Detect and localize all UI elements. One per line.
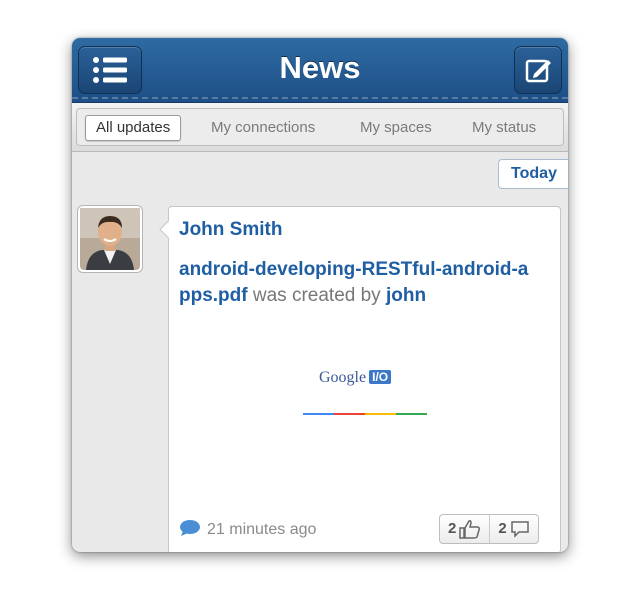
file-preview-logo[interactable]: Google I/O [319,369,392,387]
like-button[interactable]: 2 [440,515,489,543]
compose-button[interactable] [514,46,562,94]
tab-my-connections[interactable]: My connections [211,116,315,140]
filter-tab-bar: All updates My connections My spaces My … [72,103,568,152]
timestamp: 21 minutes ago [179,519,316,539]
page-title: News [279,50,361,85]
date-divider-badge: Today [498,159,568,189]
profile-photo-icon [80,208,140,270]
segmented-control: All updates My connections My spaces My … [76,108,564,146]
reaction-counts: 2 2 [439,514,539,544]
app-window: News All updates My connections My space… [72,38,568,552]
tab-my-status[interactable]: My status [472,116,536,140]
avatar[interactable] [77,205,143,273]
preview-badge: I/O [369,370,392,384]
time-ago-text: 21 minutes ago [207,521,317,538]
speech-bubble-icon [510,521,529,538]
preview-color-bar [303,413,427,415]
activity-card: John Smith android-developing-RESTful-an… [168,206,561,552]
preview-brand-text: Google [319,369,367,386]
comment-bubble-icon [180,520,200,536]
post-author-link[interactable]: John Smith [179,219,282,241]
comment-button[interactable]: 2 [489,515,537,543]
like-count: 2 [448,520,457,537]
post-text: android-developing-RESTful-android-apps.… [179,257,539,309]
post-action-text: was created by [247,285,386,306]
thumbs-up-icon [459,520,481,539]
tab-my-spaces[interactable]: My spaces [360,116,432,140]
top-navigation-bar: News [72,38,568,103]
creator-link[interactable]: john [386,285,426,306]
comment-count: 2 [498,520,507,537]
compose-icon [525,59,551,83]
tab-all-updates[interactable]: All updates [85,115,182,141]
